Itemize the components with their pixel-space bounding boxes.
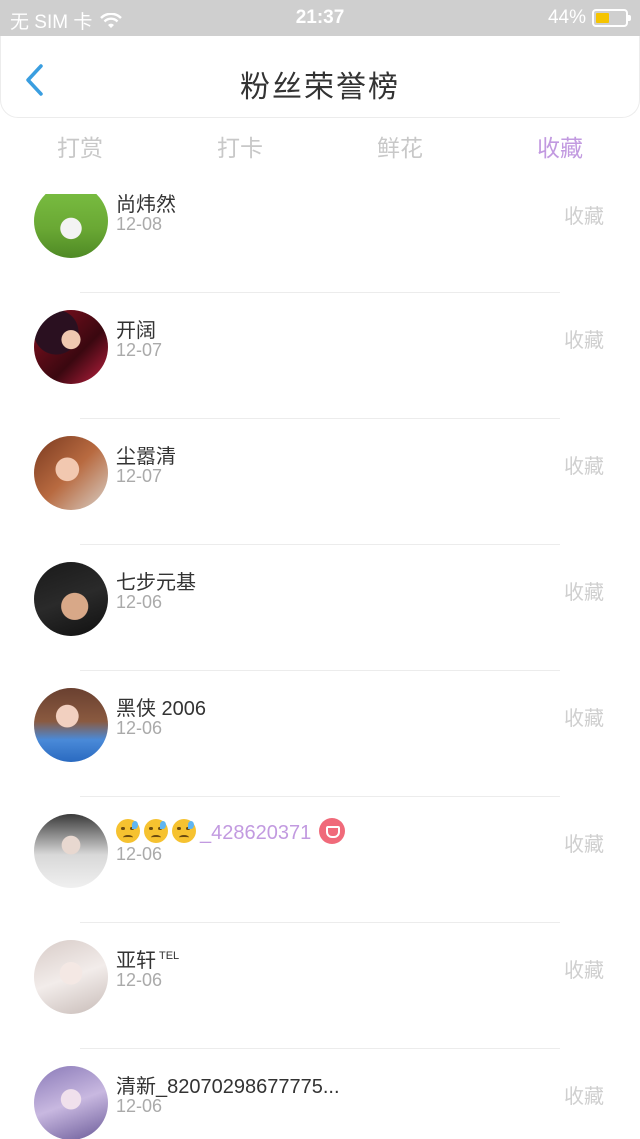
avatar[interactable]: [34, 688, 108, 762]
date-label: 12-06: [116, 718, 163, 738]
status-right: 44%: [547, 7, 631, 29]
fan-list: 尚炜然 12-08 收藏 开阔 12-07 收藏 尘嚣清 12-07 收藏 七步…: [0, 194, 640, 1139]
user-name: _428620371: [116, 818, 346, 845]
date-label: 12-06: [116, 1096, 163, 1116]
favorite-label: 收藏: [564, 960, 604, 982]
emoji-icon: [144, 819, 168, 843]
divider: [80, 544, 560, 545]
avatar[interactable]: [34, 1066, 108, 1139]
divider: [80, 796, 560, 797]
status-bar: 无 SIM 卡 21:37 44%: [0, 0, 640, 36]
user-name: 黑侠 2006: [116, 698, 207, 720]
list-item[interactable]: 清新_82070298677775... 12-06 收藏: [0, 1066, 640, 1139]
page-title: 粉丝荣誉榜: [240, 71, 400, 104]
favorite-label: 收藏: [564, 206, 604, 228]
battery-icon: [592, 9, 631, 27]
user-name: 开阔: [116, 320, 156, 342]
user-name: 清新_82070298677775...: [116, 1076, 340, 1098]
date-label: 12-06: [116, 844, 163, 864]
favorite-label: 收藏: [564, 456, 604, 478]
battery-percent: 44%: [547, 7, 586, 28]
tab-bar: 打赏 打卡 鲜花 收藏: [0, 126, 640, 176]
date-label: 12-06: [116, 592, 163, 612]
tab-flowers[interactable]: 鲜花: [320, 126, 480, 176]
divider: [80, 292, 560, 293]
user-name-text: 亚轩: [116, 950, 156, 972]
user-name-text: _428620371: [200, 822, 312, 844]
favorite-label: 收藏: [564, 834, 604, 856]
avatar[interactable]: [34, 194, 108, 258]
favorite-label: 收藏: [564, 708, 604, 730]
emoji-icon: [116, 819, 140, 843]
avatar[interactable]: [34, 310, 108, 384]
divider: [80, 418, 560, 419]
favorite-label: 收藏: [564, 330, 604, 352]
divider: [80, 1048, 560, 1049]
avatar[interactable]: [34, 436, 108, 510]
date-label: 12-07: [116, 340, 163, 360]
name-suffix: TEL: [159, 950, 180, 962]
avatar[interactable]: [34, 562, 108, 636]
user-name: 七步元基: [116, 572, 196, 594]
user-name: 尘嚣清: [116, 446, 176, 468]
avatar[interactable]: [34, 940, 108, 1014]
avatar[interactable]: [34, 814, 108, 888]
divider: [80, 670, 560, 671]
tab-favorites[interactable]: 收藏: [480, 126, 640, 176]
vip-badge-icon: [319, 818, 346, 844]
favorite-label: 收藏: [564, 1086, 604, 1108]
favorite-label: 收藏: [564, 582, 604, 604]
divider: [80, 922, 560, 923]
date-label: 12-07: [116, 466, 163, 486]
clock: 21:37: [295, 7, 345, 28]
tab-tip[interactable]: 打赏: [0, 126, 160, 176]
tab-checkin[interactable]: 打卡: [160, 126, 320, 176]
date-label: 12-08: [116, 214, 163, 234]
nav-header: 粉丝荣誉榜: [0, 36, 640, 118]
emoji-icon: [172, 819, 196, 843]
date-label: 12-06: [116, 970, 163, 990]
user-name: 亚轩 TEL: [116, 944, 179, 973]
